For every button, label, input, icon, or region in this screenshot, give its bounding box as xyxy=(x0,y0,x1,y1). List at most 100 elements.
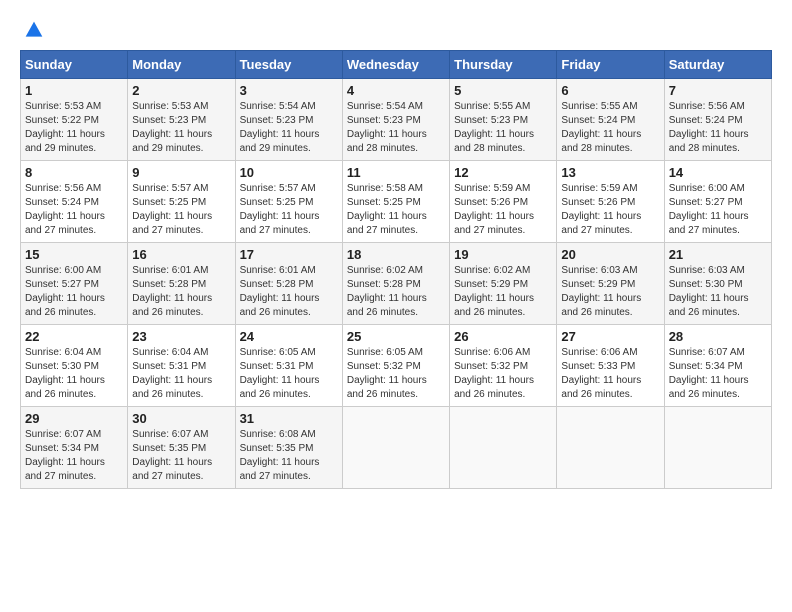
day-number: 9 xyxy=(132,165,230,180)
calendar-cell xyxy=(342,407,449,489)
page-header xyxy=(20,20,772,40)
day-number: 25 xyxy=(347,329,445,344)
day-info: Sunrise: 5:59 AM Sunset: 5:26 PM Dayligh… xyxy=(454,183,534,236)
calendar-cell: 5 Sunrise: 5:55 AM Sunset: 5:23 PM Dayli… xyxy=(450,79,557,161)
calendar-cell xyxy=(450,407,557,489)
day-number: 8 xyxy=(25,165,123,180)
day-info: Sunrise: 5:58 AM Sunset: 5:25 PM Dayligh… xyxy=(347,183,427,236)
calendar-cell: 25 Sunrise: 6:05 AM Sunset: 5:32 PM Dayl… xyxy=(342,325,449,407)
calendar-cell: 22 Sunrise: 6:04 AM Sunset: 5:30 PM Dayl… xyxy=(21,325,128,407)
day-number: 23 xyxy=(132,329,230,344)
calendar-cell: 28 Sunrise: 6:07 AM Sunset: 5:34 PM Dayl… xyxy=(664,325,771,407)
day-number: 22 xyxy=(25,329,123,344)
day-number: 15 xyxy=(25,247,123,262)
calendar-cell: 1 Sunrise: 5:53 AM Sunset: 5:22 PM Dayli… xyxy=(21,79,128,161)
day-info: Sunrise: 6:07 AM Sunset: 5:34 PM Dayligh… xyxy=(669,347,749,400)
calendar-header-row: SundayMondayTuesdayWednesdayThursdayFrid… xyxy=(21,51,772,79)
calendar-cell: 21 Sunrise: 6:03 AM Sunset: 5:30 PM Dayl… xyxy=(664,243,771,325)
day-info: Sunrise: 5:55 AM Sunset: 5:23 PM Dayligh… xyxy=(454,101,534,154)
calendar-cell: 17 Sunrise: 6:01 AM Sunset: 5:28 PM Dayl… xyxy=(235,243,342,325)
calendar-cell: 27 Sunrise: 6:06 AM Sunset: 5:33 PM Dayl… xyxy=(557,325,664,407)
calendar-cell: 29 Sunrise: 6:07 AM Sunset: 5:34 PM Dayl… xyxy=(21,407,128,489)
day-number: 28 xyxy=(669,329,767,344)
day-info: Sunrise: 6:01 AM Sunset: 5:28 PM Dayligh… xyxy=(132,265,212,318)
day-info: Sunrise: 5:53 AM Sunset: 5:22 PM Dayligh… xyxy=(25,101,105,154)
calendar-cell xyxy=(557,407,664,489)
day-info: Sunrise: 5:57 AM Sunset: 5:25 PM Dayligh… xyxy=(240,183,320,236)
calendar-week-row: 22 Sunrise: 6:04 AM Sunset: 5:30 PM Dayl… xyxy=(21,325,772,407)
calendar-header-sunday: Sunday xyxy=(21,51,128,79)
calendar-cell: 7 Sunrise: 5:56 AM Sunset: 5:24 PM Dayli… xyxy=(664,79,771,161)
day-number: 20 xyxy=(561,247,659,262)
day-info: Sunrise: 6:06 AM Sunset: 5:32 PM Dayligh… xyxy=(454,347,534,400)
calendar-cell: 19 Sunrise: 6:02 AM Sunset: 5:29 PM Dayl… xyxy=(450,243,557,325)
calendar-cell: 15 Sunrise: 6:00 AM Sunset: 5:27 PM Dayl… xyxy=(21,243,128,325)
calendar-cell: 12 Sunrise: 5:59 AM Sunset: 5:26 PM Dayl… xyxy=(450,161,557,243)
day-info: Sunrise: 5:56 AM Sunset: 5:24 PM Dayligh… xyxy=(25,183,105,236)
day-number: 13 xyxy=(561,165,659,180)
calendar-cell: 23 Sunrise: 6:04 AM Sunset: 5:31 PM Dayl… xyxy=(128,325,235,407)
day-info: Sunrise: 6:06 AM Sunset: 5:33 PM Dayligh… xyxy=(561,347,641,400)
day-number: 30 xyxy=(132,411,230,426)
day-info: Sunrise: 6:01 AM Sunset: 5:28 PM Dayligh… xyxy=(240,265,320,318)
day-number: 4 xyxy=(347,83,445,98)
logo-icon xyxy=(24,20,44,40)
calendar-header-wednesday: Wednesday xyxy=(342,51,449,79)
day-number: 18 xyxy=(347,247,445,262)
day-info: Sunrise: 6:02 AM Sunset: 5:28 PM Dayligh… xyxy=(347,265,427,318)
calendar-cell: 3 Sunrise: 5:54 AM Sunset: 5:23 PM Dayli… xyxy=(235,79,342,161)
calendar-header-monday: Monday xyxy=(128,51,235,79)
day-info: Sunrise: 5:57 AM Sunset: 5:25 PM Dayligh… xyxy=(132,183,212,236)
day-number: 6 xyxy=(561,83,659,98)
day-info: Sunrise: 5:55 AM Sunset: 5:24 PM Dayligh… xyxy=(561,101,641,154)
day-info: Sunrise: 5:53 AM Sunset: 5:23 PM Dayligh… xyxy=(132,101,212,154)
day-number: 31 xyxy=(240,411,338,426)
day-number: 19 xyxy=(454,247,552,262)
calendar-header-tuesday: Tuesday xyxy=(235,51,342,79)
day-info: Sunrise: 5:54 AM Sunset: 5:23 PM Dayligh… xyxy=(347,101,427,154)
calendar-cell: 2 Sunrise: 5:53 AM Sunset: 5:23 PM Dayli… xyxy=(128,79,235,161)
calendar-cell: 6 Sunrise: 5:55 AM Sunset: 5:24 PM Dayli… xyxy=(557,79,664,161)
calendar-week-row: 15 Sunrise: 6:00 AM Sunset: 5:27 PM Dayl… xyxy=(21,243,772,325)
day-number: 12 xyxy=(454,165,552,180)
calendar-week-row: 8 Sunrise: 5:56 AM Sunset: 5:24 PM Dayli… xyxy=(21,161,772,243)
day-number: 17 xyxy=(240,247,338,262)
day-number: 3 xyxy=(240,83,338,98)
logo xyxy=(20,20,44,40)
calendar-cell: 20 Sunrise: 6:03 AM Sunset: 5:29 PM Dayl… xyxy=(557,243,664,325)
calendar-cell: 30 Sunrise: 6:07 AM Sunset: 5:35 PM Dayl… xyxy=(128,407,235,489)
calendar-body: 1 Sunrise: 5:53 AM Sunset: 5:22 PM Dayli… xyxy=(21,79,772,489)
calendar-header-friday: Friday xyxy=(557,51,664,79)
day-info: Sunrise: 6:08 AM Sunset: 5:35 PM Dayligh… xyxy=(240,429,320,482)
calendar-cell: 9 Sunrise: 5:57 AM Sunset: 5:25 PM Dayli… xyxy=(128,161,235,243)
calendar-cell: 31 Sunrise: 6:08 AM Sunset: 5:35 PM Dayl… xyxy=(235,407,342,489)
day-info: Sunrise: 6:07 AM Sunset: 5:35 PM Dayligh… xyxy=(132,429,212,482)
calendar-week-row: 1 Sunrise: 5:53 AM Sunset: 5:22 PM Dayli… xyxy=(21,79,772,161)
calendar-cell: 24 Sunrise: 6:05 AM Sunset: 5:31 PM Dayl… xyxy=(235,325,342,407)
day-number: 1 xyxy=(25,83,123,98)
day-info: Sunrise: 6:00 AM Sunset: 5:27 PM Dayligh… xyxy=(669,183,749,236)
day-info: Sunrise: 6:03 AM Sunset: 5:29 PM Dayligh… xyxy=(561,265,641,318)
day-number: 27 xyxy=(561,329,659,344)
calendar-cell: 13 Sunrise: 5:59 AM Sunset: 5:26 PM Dayl… xyxy=(557,161,664,243)
calendar-cell: 11 Sunrise: 5:58 AM Sunset: 5:25 PM Dayl… xyxy=(342,161,449,243)
calendar-cell: 26 Sunrise: 6:06 AM Sunset: 5:32 PM Dayl… xyxy=(450,325,557,407)
day-info: Sunrise: 6:07 AM Sunset: 5:34 PM Dayligh… xyxy=(25,429,105,482)
day-info: Sunrise: 5:59 AM Sunset: 5:26 PM Dayligh… xyxy=(561,183,641,236)
day-info: Sunrise: 6:04 AM Sunset: 5:31 PM Dayligh… xyxy=(132,347,212,400)
calendar-week-row: 29 Sunrise: 6:07 AM Sunset: 5:34 PM Dayl… xyxy=(21,407,772,489)
day-number: 16 xyxy=(132,247,230,262)
day-info: Sunrise: 6:05 AM Sunset: 5:31 PM Dayligh… xyxy=(240,347,320,400)
day-info: Sunrise: 6:04 AM Sunset: 5:30 PM Dayligh… xyxy=(25,347,105,400)
day-number: 24 xyxy=(240,329,338,344)
day-number: 14 xyxy=(669,165,767,180)
calendar-cell: 4 Sunrise: 5:54 AM Sunset: 5:23 PM Dayli… xyxy=(342,79,449,161)
day-number: 5 xyxy=(454,83,552,98)
calendar-header-thursday: Thursday xyxy=(450,51,557,79)
calendar-cell: 10 Sunrise: 5:57 AM Sunset: 5:25 PM Dayl… xyxy=(235,161,342,243)
day-number: 10 xyxy=(240,165,338,180)
day-info: Sunrise: 6:00 AM Sunset: 5:27 PM Dayligh… xyxy=(25,265,105,318)
day-info: Sunrise: 5:54 AM Sunset: 5:23 PM Dayligh… xyxy=(240,101,320,154)
day-number: 29 xyxy=(25,411,123,426)
day-info: Sunrise: 5:56 AM Sunset: 5:24 PM Dayligh… xyxy=(669,101,749,154)
